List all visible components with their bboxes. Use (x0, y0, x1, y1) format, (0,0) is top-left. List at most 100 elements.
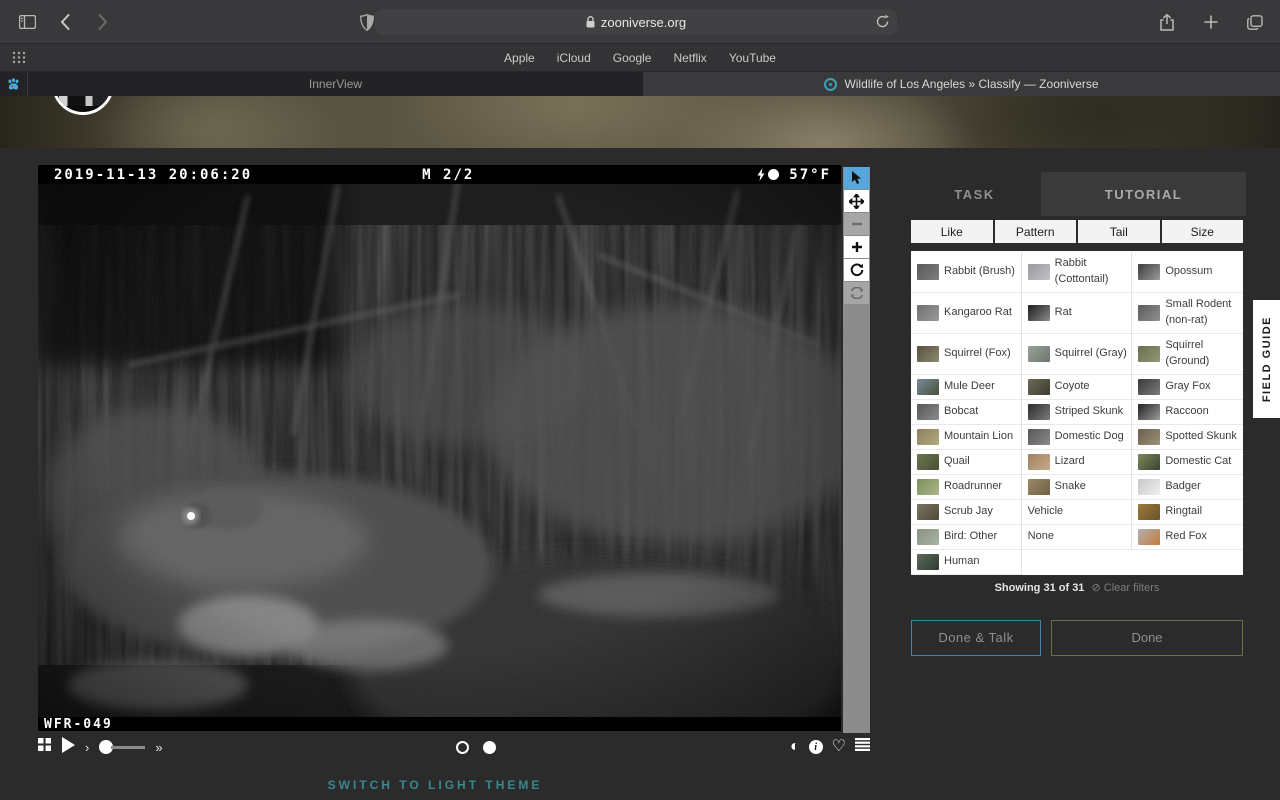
invert-colors-icon[interactable]: ◐ (790, 739, 800, 755)
species-choice[interactable]: Mountain Lion (911, 425, 1022, 450)
frame-dot[interactable] (456, 741, 469, 754)
sidebar-toggle-icon[interactable] (12, 8, 42, 36)
zoom-in-button[interactable] (844, 236, 869, 258)
tab-tutorial[interactable]: TUTORIAL (1041, 172, 1246, 216)
reset-view-button[interactable] (844, 282, 869, 304)
species-choice[interactable]: Vehicle (1022, 500, 1133, 525)
species-choice[interactable]: Bobcat (911, 400, 1022, 425)
new-tab-icon[interactable] (1196, 8, 1226, 36)
pan-tool-button[interactable] (844, 190, 869, 212)
species-label: Quail (944, 454, 970, 470)
frame-dot[interactable] (483, 741, 496, 754)
reload-icon[interactable] (876, 14, 889, 32)
clear-filters-link[interactable]: ⊘ Clear filters (1092, 582, 1160, 594)
share-icon[interactable] (1152, 8, 1182, 36)
species-choice[interactable]: Domestic Cat (1132, 450, 1243, 475)
species-choice[interactable]: Rabbit (Brush) (911, 252, 1022, 293)
species-choice[interactable]: Bird: Other (911, 525, 1022, 550)
species-label: Rabbit (Cottontail) (1055, 256, 1128, 288)
filter-button-tail[interactable]: Tail (1078, 220, 1160, 243)
species-choice[interactable]: Rabbit (Cottontail) (1022, 252, 1133, 293)
fast-forward-icon[interactable]: » (155, 740, 162, 755)
species-thumbnail (1028, 429, 1050, 445)
species-choice[interactable]: Red Fox (1132, 525, 1243, 550)
species-choice[interactable]: Human (911, 550, 1022, 575)
bookmark-link[interactable]: Apple (504, 51, 535, 65)
metadata-info-icon[interactable]: i (809, 740, 823, 754)
done-and-talk-button[interactable]: Done & Talk (911, 620, 1041, 656)
species-thumbnail (917, 404, 939, 420)
step-forward-icon[interactable]: › (85, 740, 89, 755)
filter-button-like[interactable]: Like (911, 220, 993, 243)
species-choice[interactable]: Snake (1022, 475, 1133, 500)
species-label: Badger (1165, 479, 1200, 495)
theme-toggle-link[interactable]: SWITCH TO LIGHT THEME (0, 778, 870, 792)
pinned-tab[interactable] (0, 72, 28, 96)
species-thumbnail (1028, 454, 1050, 470)
species-choice[interactable]: Gray Fox (1132, 375, 1243, 400)
speed-slider[interactable] (99, 740, 145, 754)
species-choice[interactable]: Opossum (1132, 252, 1243, 293)
species-choice[interactable]: Squirrel (Gray) (1022, 334, 1133, 375)
address-bar[interactable]: zooniverse.org (375, 9, 897, 35)
flash-icon (757, 168, 779, 181)
bookmark-link[interactable]: Google (613, 51, 652, 65)
species-label: Bobcat (944, 404, 978, 420)
back-button[interactable] (50, 8, 80, 36)
species-choice[interactable]: Small Rodent (non-rat) (1132, 293, 1243, 334)
bookmark-link[interactable]: iCloud (557, 51, 591, 65)
species-label: Mule Deer (944, 379, 995, 395)
species-choice[interactable]: Kangaroo Rat (911, 293, 1022, 334)
species-choice[interactable]: Badger (1132, 475, 1243, 500)
species-choice[interactable]: Scrub Jay (911, 500, 1022, 525)
play-button[interactable] (61, 737, 75, 758)
bookmark-link[interactable]: Netflix (673, 51, 706, 65)
species-thumbnail (1138, 454, 1160, 470)
species-choice[interactable]: Domestic Dog (1022, 425, 1133, 450)
species-label: Squirrel (Fox) (944, 346, 1011, 362)
tab-zooniverse[interactable]: Wildlife of Los Angeles » Classify — Zoo… (643, 72, 1280, 96)
species-choice[interactable]: Quail (911, 450, 1022, 475)
filter-button-size[interactable]: Size (1162, 220, 1244, 243)
species-thumbnail (1138, 346, 1160, 362)
species-choice[interactable]: Coyote (1022, 375, 1133, 400)
species-choice[interactable]: Squirrel (Ground) (1132, 334, 1243, 375)
species-label: Squirrel (Gray) (1055, 346, 1127, 362)
favorite-heart-icon[interactable]: ♡ (832, 739, 846, 755)
species-choice[interactable]: Squirrel (Fox) (911, 334, 1022, 375)
frame-dots (456, 741, 496, 754)
tab-innerview[interactable]: InnerView (28, 72, 643, 96)
species-label: Rabbit (Brush) (944, 264, 1015, 280)
tab-overview-icon[interactable] (1240, 8, 1270, 36)
forward-button[interactable] (88, 8, 118, 36)
bookmarks-bar: Apple iCloud Google Netflix YouTube (0, 44, 1280, 72)
field-guide-button[interactable]: FIELD GUIDE (1253, 300, 1280, 418)
zoom-out-button[interactable] (844, 213, 869, 235)
done-button[interactable]: Done (1051, 620, 1243, 656)
favorites-grid-icon[interactable] (12, 51, 26, 69)
species-choice[interactable]: Rat (1022, 293, 1133, 334)
species-thumbnail (917, 305, 939, 321)
species-label: Domestic Dog (1055, 429, 1124, 445)
tab-title: Wildlife of Los Angeles » Classify — Zoo… (844, 77, 1098, 91)
subject-viewer[interactable]: 2019-11-13 20:06:20 M 2/2 57°F WFR-049 (38, 165, 841, 731)
rotate-button[interactable] (844, 259, 869, 281)
collections-icon[interactable] (855, 738, 870, 756)
filter-button-pattern[interactable]: Pattern (995, 220, 1077, 243)
species-choice[interactable]: Spotted Skunk (1132, 425, 1243, 450)
species-choice[interactable]: Roadrunner (911, 475, 1022, 500)
species-thumbnail (917, 379, 939, 395)
species-label: Small Rodent (non-rat) (1165, 297, 1239, 329)
select-tool-button[interactable] (844, 167, 869, 189)
camera-id-bar: WFR-049 (38, 717, 841, 731)
bookmark-link[interactable]: YouTube (729, 51, 776, 65)
species-choice[interactable]: Mule Deer (911, 375, 1022, 400)
species-choice[interactable]: Striped Skunk (1022, 400, 1133, 425)
tab-task[interactable]: TASK (908, 172, 1041, 216)
species-choice[interactable]: Raccoon (1132, 400, 1243, 425)
species-choice[interactable]: Lizard (1022, 450, 1133, 475)
banner-background-image (0, 96, 1280, 148)
thumbnails-grid-icon[interactable] (38, 738, 51, 756)
species-choice[interactable]: None (1022, 525, 1133, 550)
species-choice[interactable]: Ringtail (1132, 500, 1243, 525)
